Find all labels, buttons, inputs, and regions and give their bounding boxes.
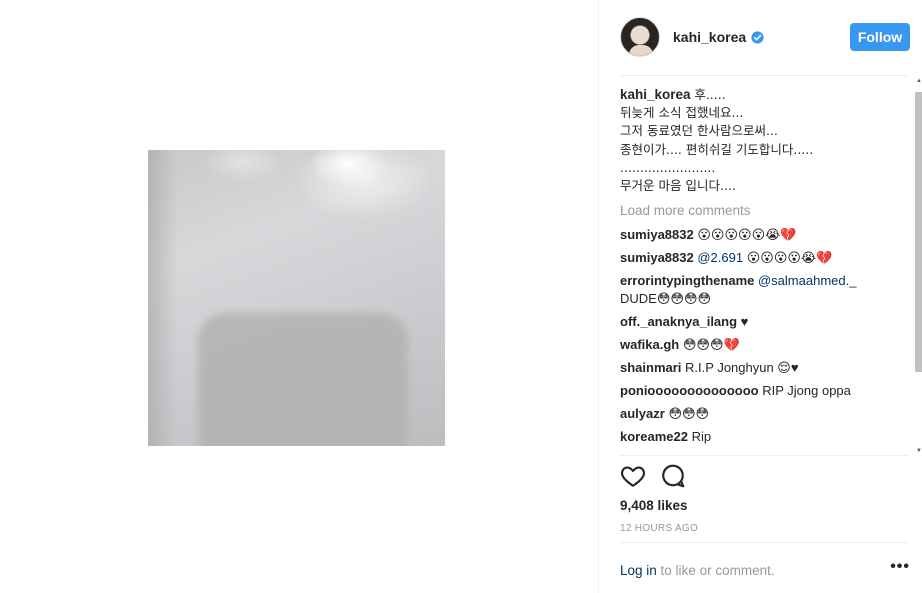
comment-item: wafika.gh 😳😳😳💔 bbox=[620, 336, 908, 354]
verified-badge-icon bbox=[751, 31, 764, 44]
comments-scrollbar[interactable]: ▲ ▼ bbox=[915, 78, 922, 454]
post-photo[interactable] bbox=[148, 150, 445, 446]
comment-username[interactable]: ponioooooooooooooo bbox=[620, 383, 759, 398]
caption-line: 그저 동료였던 한사람으로써... bbox=[620, 123, 778, 139]
caption-line: 뒤늦게 소식 접했네요... bbox=[620, 105, 744, 121]
caption-username[interactable]: kahi_korea bbox=[620, 87, 691, 102]
scroll-up-icon[interactable]: ▲ bbox=[916, 78, 922, 84]
comment-item: errorintypingthename @salmaahmed._ DUDE😳😳… bbox=[620, 272, 908, 308]
comment-item: shainmari R.I.P Jonghyun 😌♥ bbox=[620, 359, 908, 377]
post-timestamp[interactable]: 12 HOURS AGO bbox=[620, 523, 698, 534]
comment-username[interactable]: wafika.gh bbox=[620, 337, 679, 352]
caption-line: 무거운 마음 입니다.... bbox=[620, 178, 736, 194]
comment-text: DUDE😳😳😳😳 bbox=[620, 291, 712, 307]
comment-text: 😮😮😮😮😭💔 bbox=[746, 250, 833, 266]
login-suffix: to like or comment. bbox=[656, 563, 775, 578]
comment-text: R.I.P Jonghyun 😌♥ bbox=[685, 360, 799, 376]
comment-items: sumiya8832 😮😮😮😮😮😭💔 sumiya8832 @2.691 😮😮😮… bbox=[620, 226, 908, 446]
comment-username[interactable]: shainmari bbox=[620, 360, 681, 375]
comment-mention[interactable]: @salmaahmed._ bbox=[758, 273, 856, 288]
comment-item: ponioooooooooooooo RIP Jjong oppa bbox=[620, 382, 908, 400]
post-header: kahi_korea Follow bbox=[620, 16, 910, 58]
avatar[interactable] bbox=[620, 17, 660, 57]
caption-line: ........................ bbox=[620, 159, 716, 175]
comment-item: sumiya8832 😮😮😮😮😮😭💔 bbox=[620, 226, 908, 244]
comment-text: ♥ bbox=[740, 314, 749, 330]
login-link[interactable]: Log in bbox=[620, 563, 657, 578]
comment-username[interactable]: errorintypingthename bbox=[620, 273, 754, 288]
footer-divider bbox=[620, 542, 908, 543]
comment-text: 😳😳😳 bbox=[668, 406, 710, 422]
follow-button[interactable]: Follow bbox=[850, 23, 910, 51]
comment-mention[interactable]: @2.691 bbox=[697, 250, 743, 265]
load-more-comments-link[interactable]: Load more comments bbox=[620, 203, 908, 218]
comment-username[interactable]: sumiya8832 bbox=[620, 227, 694, 242]
comment-username[interactable]: off._anaknya_ilang bbox=[620, 314, 737, 329]
comment-icon[interactable] bbox=[660, 463, 686, 489]
post-caption: kahi_korea 후..... 뒤늦게 소식 접했네요... 그저 동료였던… bbox=[620, 86, 908, 195]
photo-shadow-left bbox=[148, 150, 178, 446]
scrollbar-thumb[interactable] bbox=[915, 92, 922, 372]
photo-area bbox=[0, 0, 597, 593]
comments-list[interactable]: kahi_korea 후..... 뒤늦게 소식 접했네요... 그저 동료였던… bbox=[620, 86, 908, 456]
comment-text: RIP Jjong oppa bbox=[762, 383, 851, 399]
post-actions bbox=[620, 463, 686, 491]
photo-shadow-shape bbox=[198, 313, 408, 446]
comment-text: 😮😮😮😮😮😭💔 bbox=[697, 227, 797, 243]
comment-item: aulyazr 😳😳😳 bbox=[620, 405, 908, 423]
header-divider bbox=[620, 75, 908, 76]
login-prompt: Log in to like or comment. ••• bbox=[620, 558, 910, 581]
comment-text: 😳😳😳💔 bbox=[682, 337, 740, 353]
comment-item: koreame22 Rip bbox=[620, 428, 908, 446]
scroll-down-icon[interactable]: ▼ bbox=[916, 448, 922, 454]
header-username-text[interactable]: kahi_korea bbox=[673, 29, 746, 45]
caption-line: 후..... bbox=[694, 87, 726, 102]
comment-text: Rip bbox=[691, 429, 712, 445]
likes-count[interactable]: 9,408 likes bbox=[620, 498, 688, 513]
comment-username[interactable]: koreame22 bbox=[620, 429, 688, 444]
comment-username[interactable]: sumiya8832 bbox=[620, 250, 694, 265]
comment-item: off._anaknya_ilang ♥ bbox=[620, 313, 908, 331]
actions-divider bbox=[620, 455, 908, 456]
heart-icon[interactable] bbox=[620, 463, 646, 489]
comment-username[interactable]: aulyazr bbox=[620, 406, 665, 421]
more-options-icon[interactable]: ••• bbox=[890, 558, 910, 576]
comment-item: sumiya8832 @2.691 😮😮😮😮😭💔 bbox=[620, 249, 908, 267]
caption-line: 종현이가.... 편히쉬길 기도합니다..... bbox=[620, 141, 814, 157]
header-username[interactable]: kahi_korea bbox=[673, 29, 764, 45]
